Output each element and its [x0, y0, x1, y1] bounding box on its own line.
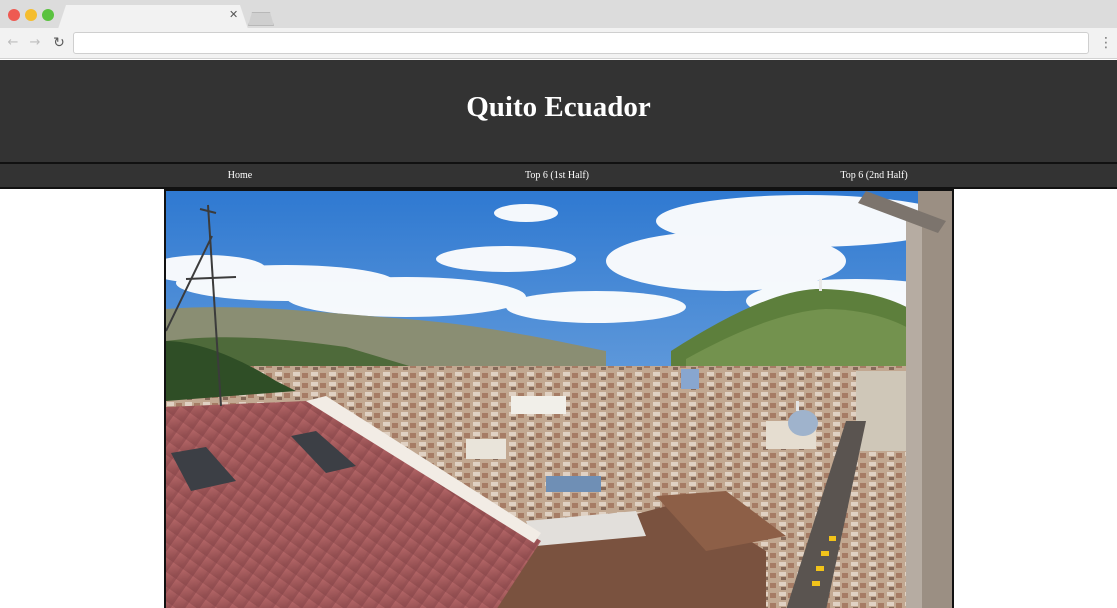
site-nav: Home Top 6 (1st Half) Top 6 (2nd Half): [0, 162, 1117, 189]
nav-link-top6-first-half[interactable]: Top 6 (1st Half): [525, 170, 589, 181]
window-minimize-dot[interactable]: [25, 9, 37, 21]
nav-link-home[interactable]: Home: [228, 170, 252, 181]
back-arrow-icon[interactable]: ←: [5, 35, 21, 51]
nav-link-top6-second-half[interactable]: Top 6 (2nd Half): [840, 170, 907, 181]
kebab-menu-icon[interactable]: ⋮: [1099, 35, 1113, 51]
cityscape-photo: [166, 191, 952, 608]
new-tab-button[interactable]: [248, 12, 274, 26]
window-close-dot[interactable]: [8, 9, 20, 21]
hero-image: [164, 189, 954, 608]
window-maximize-dot[interactable]: [42, 9, 54, 21]
browser-tab-active[interactable]: [58, 5, 248, 29]
close-icon[interactable]: ✕: [229, 8, 238, 21]
forward-arrow-icon[interactable]: →: [27, 35, 43, 51]
page-title: Quito Ecuador: [466, 91, 651, 123]
site-header: Quito Ecuador: [0, 60, 1117, 162]
browser-tab-strip: ✕: [0, 0, 1117, 29]
browser-toolbar: ← → ↻ ⋮: [0, 28, 1117, 59]
address-bar-input[interactable]: [73, 32, 1089, 54]
reload-icon[interactable]: ↻: [51, 35, 67, 51]
